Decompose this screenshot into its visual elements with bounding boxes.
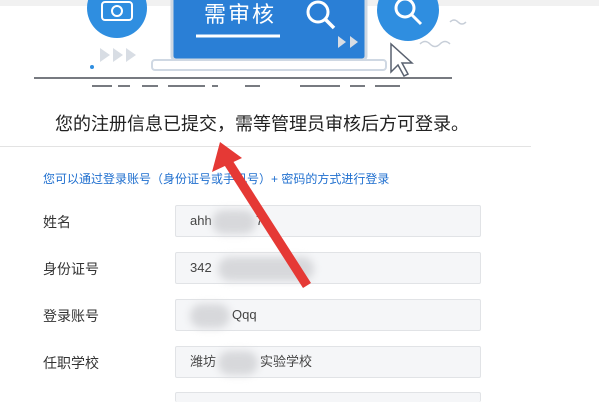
redaction-blur [190,304,230,328]
id-number-label: 身份证号 [43,261,99,277]
login-hint: 您可以通过登录账号（身份证号或手机号）+ 密码的方式进行登录 [43,172,390,186]
decorative-dot [90,65,94,69]
school-field[interactable]: 潍坊 实验学校 [175,346,481,378]
cursor-icon [390,42,414,77]
redaction-blur [218,351,258,375]
id-number-value-start: 342 [190,260,212,275]
registration-notice: 您的注册信息已提交，需等管理员审核后方可登录。 [55,114,469,134]
section-divider [0,146,531,147]
name-field[interactable]: ahh 7 [175,205,481,237]
account-label: 登录账号 [43,308,99,324]
next-field-partial[interactable] [175,392,481,402]
school-label: 任职学校 [43,355,99,371]
account-field[interactable]: Qqq [175,299,481,331]
name-label: 姓名 [43,214,71,230]
review-illustration [34,0,467,87]
camera-icon [87,0,147,38]
school-value-end: 实验学校 [260,354,313,369]
name-value-start: ahh [190,213,212,228]
decorative-wave [419,40,451,48]
name-value-end: 7 [256,213,264,228]
account-value-end: Qqq [232,307,257,322]
laptop-screen-text: 需审核 [203,2,276,27]
school-value-start: 潍坊 [190,354,217,369]
redaction-blur [212,210,256,234]
id-number-field[interactable]: 342 [175,252,481,284]
verify-search-icon [377,0,439,41]
redaction-blur [218,257,314,281]
